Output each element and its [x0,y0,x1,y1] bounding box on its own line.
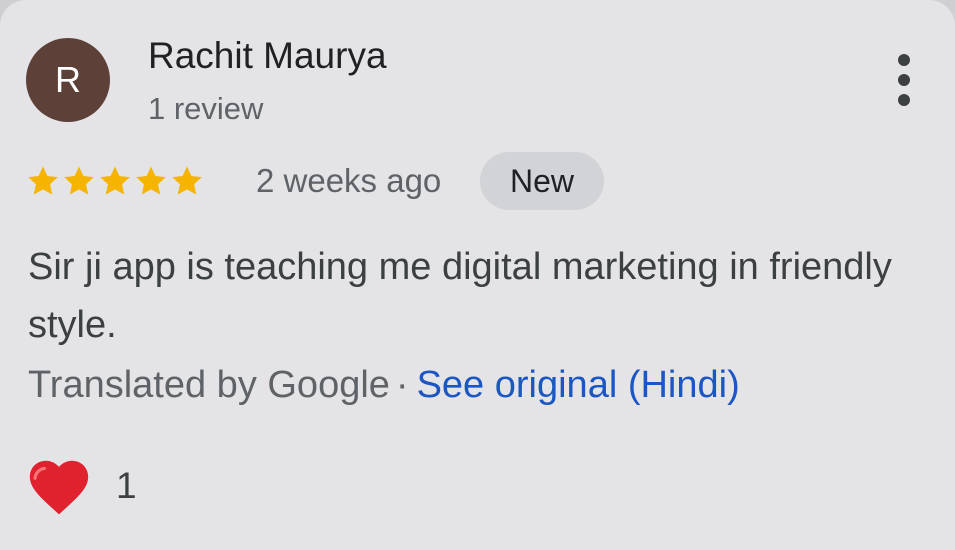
review-card: R Rachit Maurya 1 review 2 weeks ago New… [0,0,955,550]
star-rating [26,160,206,202]
reviewer-name[interactable]: Rachit Maurya [148,34,387,78]
menu-dot [898,74,910,86]
separator: · [395,364,409,406]
review-text: Sir ji app is teaching me digital market… [28,246,892,346]
star-icon [64,166,94,195]
translated-label: Translated by Google [28,364,390,406]
reaction-count: 1 [116,465,137,506]
translation-line: Translated by Google · See original (Hindi… [28,358,740,412]
new-badge: New [480,152,604,210]
star-icon [172,166,202,195]
menu-dot [898,54,910,66]
new-badge-label: New [509,162,574,199]
star-icon [100,166,130,195]
avatar[interactable]: R [26,38,110,122]
review-time: 2 weeks ago [256,162,442,199]
menu-dot [898,94,910,106]
avatar-initial: R [55,59,81,100]
star-icon [136,166,166,195]
star-icon [28,166,58,195]
see-original-link[interactable]: See original (Hindi) [417,364,740,406]
reviewer-review-count: 1 review [148,91,264,126]
more-vert-icon[interactable] [884,50,924,110]
heart-icon[interactable] [24,452,94,522]
